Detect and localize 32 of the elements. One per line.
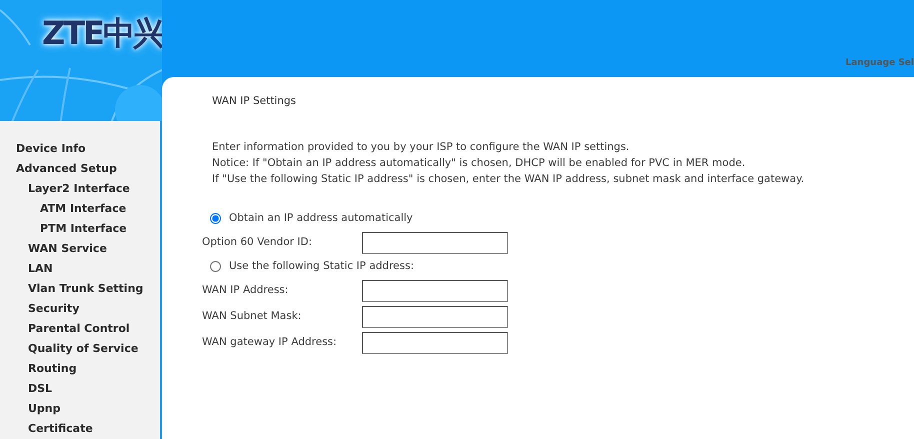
sidebar-item[interactable]: Quality of Service xyxy=(0,339,138,359)
radio-button[interactable] xyxy=(210,261,221,272)
sidebar-item[interactable]: Security xyxy=(0,299,80,319)
sidebar-item[interactable]: DSL xyxy=(0,379,52,399)
field-label: Option 60 Vendor ID: xyxy=(202,234,314,250)
sidebar-item[interactable]: Upnp xyxy=(0,399,61,419)
sidebar-item[interactable]: ATM Interface xyxy=(0,199,126,219)
sidebar-item[interactable]: Layer2 Interface xyxy=(0,179,130,199)
input-field[interactable] xyxy=(362,280,508,302)
radio-label: Use the following Static IP address: xyxy=(229,258,414,274)
sidebar-item[interactable]: Routing xyxy=(0,359,77,379)
sidebar-item[interactable]: Advanced Setup xyxy=(0,159,117,179)
field-label: WAN Subnet Mask: xyxy=(202,308,302,324)
radio-label: Obtain an IP address automatically xyxy=(229,210,413,226)
sidebar-item[interactable]: Parental Control xyxy=(0,319,130,339)
sidebar-item[interactable]: Device Info xyxy=(0,139,86,159)
input-field[interactable] xyxy=(362,232,508,254)
logo: ZTE中兴 xyxy=(42,14,162,52)
sidebar-item[interactable]: LAN xyxy=(0,259,53,279)
input-field[interactable] xyxy=(362,332,508,354)
sidebar-item[interactable]: Certificate xyxy=(0,419,93,439)
instruction-text: Notice: If "Obtain an IP address automatically" is chosen, DHCP will be enabled for PVC in MER mode. xyxy=(212,156,746,171)
field-label: WAN gateway IP Address: xyxy=(202,334,338,350)
instruction-text: If "Use the following Static IP address" is chosen, enter the WAN IP address, subnet mask and interface gateway. xyxy=(212,172,804,187)
radio-button[interactable] xyxy=(210,213,221,224)
sidebar-item[interactable]: Vlan Trunk Setting xyxy=(0,279,144,299)
sidebar-item[interactable]: PTM Interface xyxy=(0,219,127,239)
instruction-text: Enter information provided to you by your ISP to configure the WAN IP settings. xyxy=(212,140,630,155)
field-label: WAN IP Address: xyxy=(202,282,290,298)
sidebar-item[interactable]: WAN Service xyxy=(0,239,107,259)
page-title: WAN IP Settings xyxy=(212,94,298,109)
input-field[interactable] xyxy=(362,306,508,328)
